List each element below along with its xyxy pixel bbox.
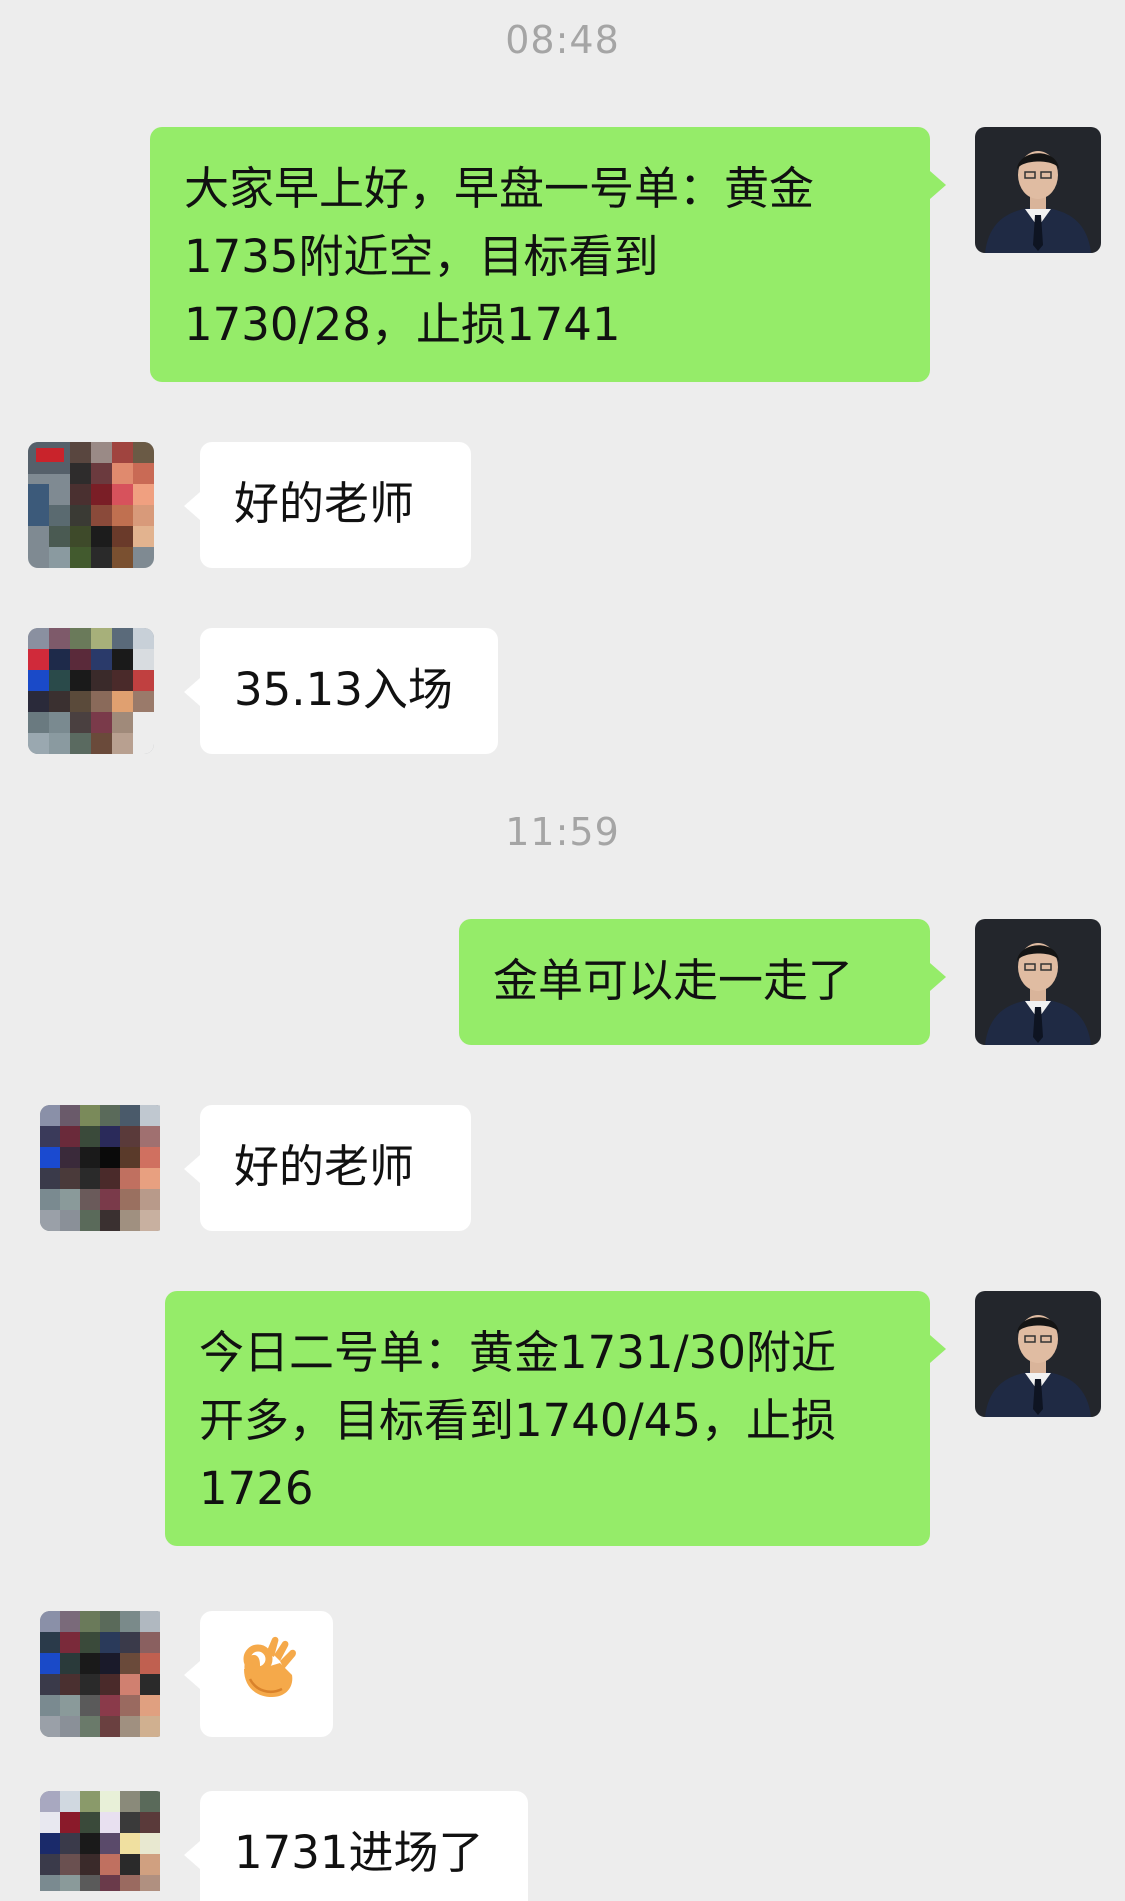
member-avatar[interactable] (40, 1791, 166, 1891)
incoming-message-bubble[interactable]: 好的老师 (184, 442, 471, 568)
message-line: 今日二号单：黄金1731/30附近 (199, 1326, 836, 1379)
incoming-message-bubble[interactable]: 1731进场了 (184, 1791, 528, 1901)
incoming-message-bubble[interactable] (184, 1611, 333, 1737)
message-line: 1726 (199, 1462, 314, 1515)
timestamp: 11:59 (505, 810, 620, 854)
message-text: 好的老师 (234, 477, 415, 530)
message-line: 1730/28，止损1741 (184, 298, 621, 351)
member-avatar[interactable] (28, 628, 154, 754)
message-line: 大家早上好，早盘一号单：黄金 (184, 162, 815, 215)
teacher-avatar[interactable] (975, 127, 1101, 253)
member-avatar[interactable] (40, 1611, 166, 1737)
message-text: 金单可以走一走了 (493, 954, 854, 1007)
message-text: 好的老师 (234, 1140, 415, 1193)
outgoing-message-bubble[interactable]: 今日二号单：黄金1731/30附近 开多，目标看到1740/45，止损 1726 (165, 1291, 946, 1546)
message-text: 1731进场了 (234, 1826, 484, 1879)
message-text: 35.13入场 (234, 663, 453, 716)
teacher-avatar[interactable] (975, 919, 1101, 1045)
message-line: 开多，目标看到1740/45，止损 (199, 1394, 836, 1447)
outgoing-message-bubble[interactable]: 大家早上好，早盘一号单：黄金 1735附近空，目标看到 1730/28，止损17… (150, 127, 946, 382)
member-avatar[interactable] (40, 1105, 166, 1231)
member-avatar[interactable] (28, 442, 154, 568)
incoming-message-bubble[interactable]: 35.13入场 (184, 628, 498, 754)
message-line: 1735附近空，目标看到 (184, 230, 659, 283)
teacher-avatar[interactable] (975, 1291, 1101, 1417)
outgoing-message-bubble[interactable]: 金单可以走一走了 (459, 919, 946, 1045)
incoming-message-bubble[interactable]: 好的老师 (184, 1105, 471, 1231)
ok-hand-icon (243, 1636, 296, 1697)
timestamp: 08:48 (505, 18, 620, 62)
